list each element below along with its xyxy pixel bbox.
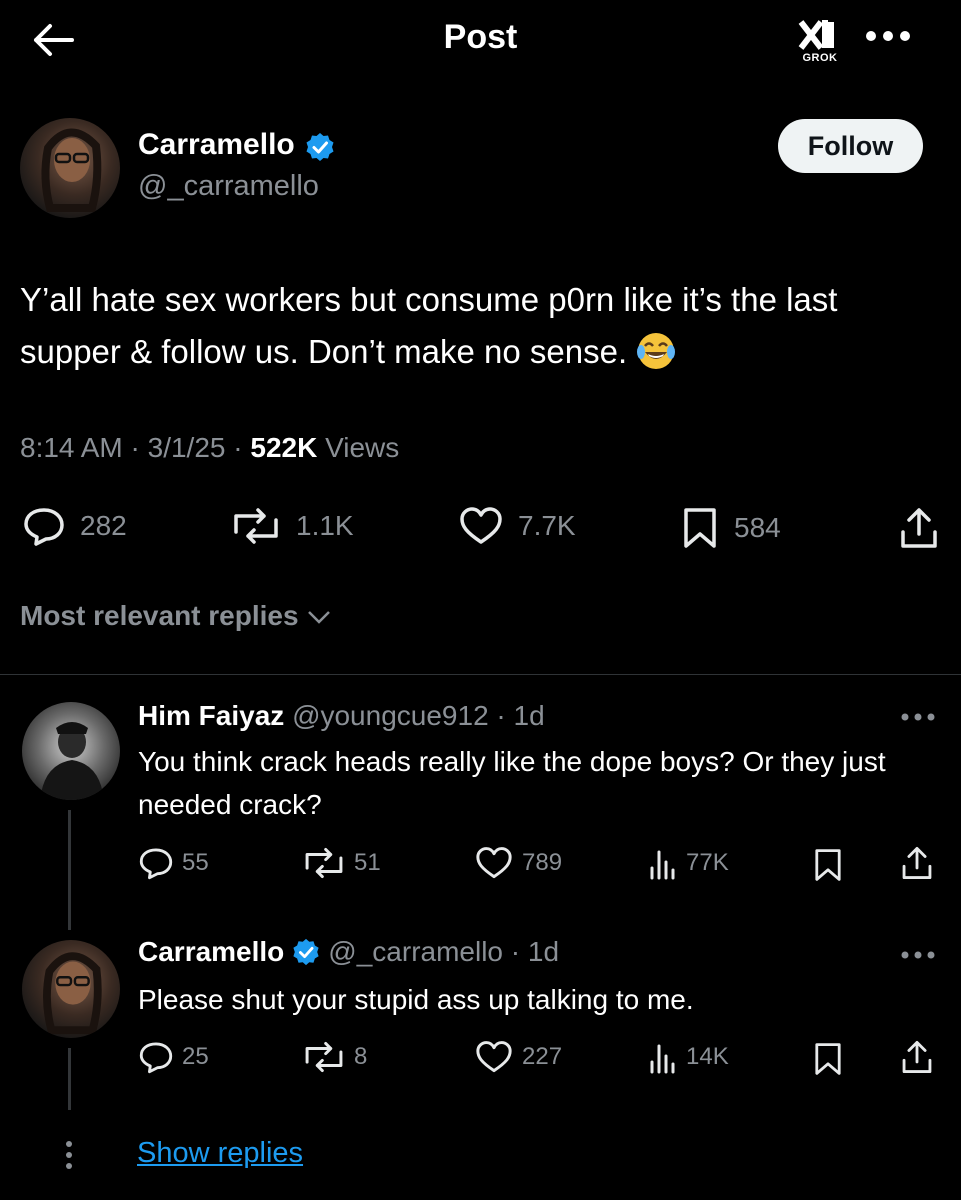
- reply-more-icon[interactable]: [900, 950, 936, 960]
- reply-header: Him Faiyaz @youngcue912 · 1d: [138, 700, 545, 731]
- share-button[interactable]: [900, 844, 934, 882]
- repost-count: 1.1K: [296, 510, 354, 541]
- sort-label: Most relevant replies: [20, 600, 299, 631]
- reply-more-icon[interactable]: [900, 712, 936, 722]
- grok-icon: [798, 20, 834, 50]
- repost-button[interactable]: 8: [302, 1040, 367, 1074]
- post-author[interactable]: Carramello: [138, 128, 335, 162]
- reply-age: 1d: [527, 936, 560, 967]
- repost-icon: [234, 508, 278, 544]
- reply-text: You think crack heads really like the do…: [138, 746, 886, 820]
- views-count: 522K: [250, 432, 318, 463]
- reply-count: 282: [80, 510, 127, 541]
- reply-author-handle[interactable]: @youngcue912: [292, 700, 489, 731]
- show-replies-link[interactable]: Show replies: [137, 1137, 303, 1170]
- repost-button[interactable]: 51: [302, 846, 381, 880]
- reply-author-handle[interactable]: @_carramello: [328, 936, 503, 968]
- more-icon[interactable]: [865, 30, 911, 42]
- share-icon: [902, 1041, 932, 1073]
- bookmark-icon: [815, 849, 841, 881]
- reply-count: 55: [182, 849, 209, 876]
- repost-icon: [305, 847, 343, 879]
- like-count: 227: [522, 1043, 563, 1070]
- sort-dropdown[interactable]: Most relevant replies: [20, 600, 333, 632]
- bookmark-icon: [684, 508, 716, 548]
- like-button[interactable]: 7.7K: [458, 506, 576, 546]
- views-icon: [650, 850, 675, 880]
- thread-line: [68, 1048, 71, 1110]
- reply-icon: [139, 1042, 173, 1074]
- views-button[interactable]: 77K: [648, 846, 729, 880]
- like-icon: [476, 847, 512, 879]
- reply-button[interactable]: 25: [138, 1040, 209, 1074]
- reply-author-name[interactable]: Him Faiyaz: [138, 700, 284, 731]
- bookmark-icon: [815, 1043, 841, 1075]
- share-button[interactable]: [898, 506, 940, 550]
- reply-author-name[interactable]: Carramello: [138, 936, 284, 968]
- views-count: 77K: [686, 849, 729, 876]
- grok-label: GROK: [802, 52, 838, 64]
- post-text: Y’all hate sex workers but consume p0rn …: [20, 274, 920, 378]
- author-handle[interactable]: @_carramello: [138, 170, 319, 203]
- views-count: 14K: [686, 1043, 729, 1070]
- grok-button[interactable]: GROK: [795, 16, 845, 64]
- post-date: 3/1/25: [147, 432, 226, 463]
- repost-button[interactable]: 1.1K: [230, 506, 354, 546]
- like-icon: [476, 1041, 512, 1073]
- bookmark-button[interactable]: [812, 1040, 844, 1078]
- repost-count: 51: [354, 849, 381, 876]
- views-label: Views: [325, 432, 400, 463]
- verified-badge-icon: [305, 132, 335, 162]
- reply-button[interactable]: 282: [22, 506, 127, 546]
- reply-icon: [139, 848, 173, 880]
- share-icon: [902, 847, 932, 879]
- avatar[interactable]: [20, 118, 120, 218]
- reply-text: Please shut your stupid ass up talking t…: [138, 984, 694, 1015]
- like-button[interactable]: 227: [474, 1040, 562, 1074]
- like-count: 7.7K: [518, 510, 576, 541]
- like-button[interactable]: 789: [474, 846, 562, 880]
- share-button[interactable]: [900, 1038, 934, 1076]
- thread-line: [68, 810, 71, 930]
- like-icon: [460, 507, 502, 544]
- reply-avatar[interactable]: [22, 702, 120, 800]
- post-time: 8:14 AM: [20, 432, 123, 463]
- bookmark-count: 584: [734, 512, 781, 543]
- author-name: Carramello: [138, 128, 295, 161]
- reply-header: Carramello @_carramello · 1d: [138, 936, 560, 968]
- laughing-emoji-icon: [635, 330, 677, 370]
- bookmark-button[interactable]: 584: [680, 506, 781, 550]
- chevron-down-icon: [307, 611, 330, 624]
- repost-icon: [305, 1041, 343, 1073]
- bookmark-button[interactable]: [812, 846, 844, 884]
- thread-dots-icon: [62, 1140, 76, 1170]
- reply-age: 1d: [513, 700, 545, 731]
- post-meta: 8:14 AM · 3/1/25 · 522K Views: [20, 432, 400, 463]
- divider: [0, 674, 961, 675]
- views-button[interactable]: 14K: [648, 1040, 729, 1074]
- follow-button[interactable]: Follow: [778, 119, 923, 173]
- reply-avatar[interactable]: [22, 940, 120, 1038]
- reply-button[interactable]: 55: [138, 846, 209, 880]
- share-icon: [901, 508, 937, 548]
- reply-icon: [24, 508, 64, 546]
- post-text-content: Y’all hate sex workers but consume p0rn …: [20, 281, 838, 370]
- views-icon: [650, 1044, 675, 1074]
- repost-count: 8: [354, 1043, 368, 1070]
- reply-count: 25: [182, 1043, 209, 1070]
- like-count: 789: [522, 849, 563, 876]
- verified-badge-icon: [292, 938, 320, 966]
